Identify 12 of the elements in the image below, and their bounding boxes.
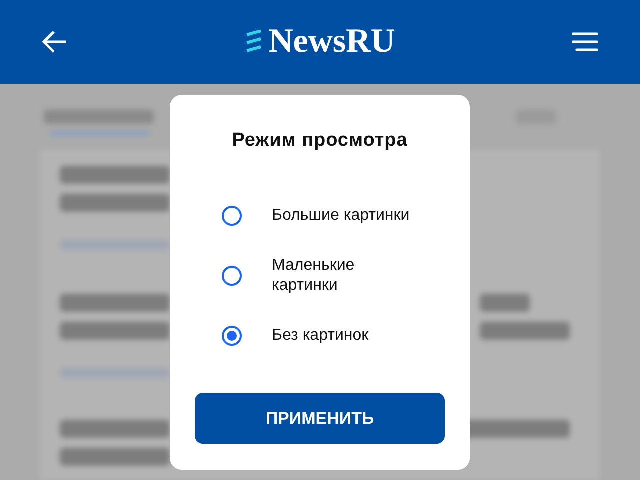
option-label: Без картинок — [272, 326, 370, 346]
dialog-title: Режим просмотра — [232, 129, 408, 153]
option-label: Большие картинки — [272, 206, 411, 226]
radio-button[interactable] — [222, 206, 242, 226]
apply-button[interactable]: ПРИМЕНИТЬ — [195, 393, 445, 444]
menu-icon[interactable] — [572, 31, 598, 53]
radio-button[interactable] — [222, 266, 242, 286]
back-arrow-icon[interactable] — [42, 29, 68, 55]
option-label: Маленькие картинки — [272, 256, 356, 296]
logo: NewsRU — [268, 25, 396, 59]
stripes-icon — [244, 30, 263, 54]
radio-button[interactable] — [222, 326, 242, 346]
